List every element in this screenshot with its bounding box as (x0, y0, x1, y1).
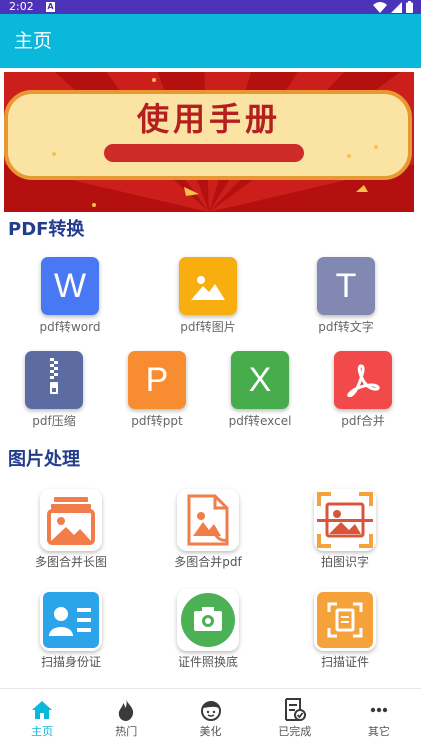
nav-completed[interactable]: 已完成 (253, 689, 337, 750)
nav-home[interactable]: 主页 (0, 689, 84, 750)
nav-label: 主页 (31, 725, 54, 738)
battery-icon (406, 1, 413, 13)
status-icons (373, 1, 413, 13)
bottom-nav: 主页 热门 美化 已完成 其它 (0, 688, 421, 750)
merge-pdf-tile[interactable]: 多图合并pdf (143, 489, 273, 570)
tile-label: 多图合并长图 (34, 555, 107, 569)
banner-title: 使用手册 (136, 100, 281, 138)
nav-label: 热门 (115, 725, 138, 738)
manual-banner[interactable]: 使用手册 (4, 72, 414, 212)
status-bar: 2:02 A (0, 0, 421, 14)
status-time: 2:02 (9, 0, 34, 13)
completed-document-icon (253, 698, 337, 722)
image-section-title: 图片处理 (8, 449, 80, 470)
home-icon (0, 698, 84, 722)
tile-label: pdf转文字 (318, 320, 374, 334)
wifi-icon (373, 1, 387, 13)
tile-label: pdf转ppt (131, 414, 183, 428)
notification-icon: A (46, 2, 55, 12)
word-icon: W (41, 257, 99, 315)
face-icon (168, 698, 252, 722)
ppt-icon: P (128, 351, 186, 409)
pdf-to-text-tile[interactable]: T pdf转文字 (286, 257, 406, 335)
id-photo-background-tile[interactable]: 证件照换底 (143, 589, 273, 670)
scan-image-icon (314, 489, 376, 551)
excel-glyph: X (248, 360, 272, 399)
excel-icon: X (231, 351, 289, 409)
text-glyph: T (335, 266, 357, 305)
pdf-to-image-tile[interactable]: pdf转图片 (148, 257, 268, 335)
nav-label: 美化 (199, 725, 222, 738)
tile-label: pdf转excel (228, 414, 292, 428)
ppt-glyph: P (145, 360, 169, 399)
flame-icon (84, 698, 168, 722)
word-glyph: W (53, 266, 87, 305)
page-title: 主页 (14, 30, 53, 52)
nav-label: 已完成 (278, 725, 312, 738)
tile-label: 扫描证件 (320, 655, 369, 669)
nav-hot[interactable]: 热门 (84, 689, 168, 750)
tile-label: 扫描身份证 (40, 655, 101, 669)
tile-label: pdf转图片 (180, 320, 236, 334)
scan-id-card-tile[interactable]: 扫描身份证 (6, 589, 136, 670)
camera-icon (177, 589, 239, 651)
scan-document-tile[interactable]: 扫描证件 (280, 589, 410, 670)
banner-image (4, 72, 414, 212)
image-icon (179, 257, 237, 315)
zip-icon (25, 351, 83, 409)
nav-other[interactable]: 其它 (337, 689, 421, 750)
signal-icon (391, 1, 402, 13)
tile-label: 多图合并pdf (174, 555, 242, 569)
acrobat-icon (334, 351, 392, 409)
app-bar: 主页 (0, 14, 421, 68)
scan-document-icon (314, 589, 376, 651)
merge-long-image-tile[interactable]: 多图合并长图 (6, 489, 136, 570)
tile-label: pdf转word (39, 320, 101, 334)
photo-ocr-tile[interactable]: 拍图识字 (280, 489, 410, 570)
image-pdf-icon (177, 489, 239, 551)
nav-beautify[interactable]: 美化 (168, 689, 252, 750)
nav-label: 其它 (367, 725, 390, 738)
long-image-icon (40, 489, 102, 551)
tile-label: 拍图识字 (320, 555, 369, 569)
pdf-merge-tile[interactable]: pdf合并 (303, 351, 421, 429)
pdf-to-excel-tile[interactable]: X pdf转excel (200, 351, 320, 429)
tile-label: 证件照换底 (177, 655, 238, 669)
pdf-to-word-tile[interactable]: W pdf转word (10, 257, 130, 335)
pdf-section-title: PDF转换 (8, 219, 85, 240)
pdf-to-ppt-tile[interactable]: P pdf转ppt (97, 351, 217, 429)
id-card-icon (40, 589, 102, 651)
tile-label: pdf合并 (341, 414, 385, 428)
text-icon: T (317, 257, 375, 315)
more-icon (337, 698, 421, 722)
